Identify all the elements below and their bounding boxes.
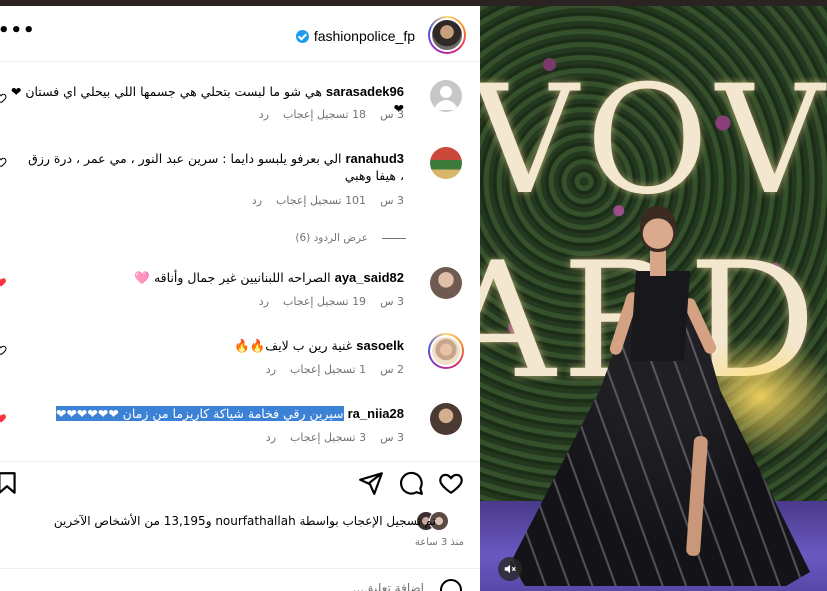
comment-like-icon[interactable] <box>0 344 7 356</box>
comment-body: ranahud3 الي بعرفو يلبسو دايما : سرين عب… <box>24 150 404 184</box>
speaker-muted-icon[interactable] <box>498 557 522 581</box>
more-dots-icon[interactable]: ••• <box>0 22 35 42</box>
comment-text: الصراحه اللبنانيين غير جمال وأناقه 🩷 <box>134 270 331 285</box>
add-comment-bar: إضافة تعليق... <box>0 568 480 591</box>
comment-meta: 3 س 101 تسجيل إعجاب رد <box>252 194 404 207</box>
view-replies-link[interactable]: عرض الردود (6) <box>295 232 406 244</box>
view-replies-label[interactable]: عرض الردود (6) <box>295 232 368 244</box>
comment-time: 3 س <box>380 295 404 308</box>
comment-time: 2 س <box>380 363 404 376</box>
comment-username[interactable]: ranahud3 <box>345 151 404 166</box>
default-avatar-icon <box>434 86 458 110</box>
comment-meta: 3 س 19 تسجيل إعجاب رد <box>259 295 404 308</box>
smiley-emoji-icon[interactable] <box>440 579 462 591</box>
header-avatar[interactable] <box>428 16 466 54</box>
comment-like-icon[interactable] <box>0 156 7 168</box>
bookmark-icon[interactable] <box>0 470 20 496</box>
verified-badge-icon <box>295 29 309 43</box>
likes-summary[interactable]: تم تسجيل الإعجاب بواسطة nourfathallah و1… <box>54 514 436 528</box>
head <box>640 206 676 252</box>
avatar[interactable] <box>430 147 462 179</box>
backdrop-letters-top: VOV <box>480 54 827 228</box>
comment-meta: 3 س 3 تسجيل إعجاب رد <box>266 431 404 444</box>
gown-bodice <box>630 271 690 361</box>
avatar-image <box>430 335 462 367</box>
post-timestamp[interactable]: منذ 3 ساعة <box>415 537 464 548</box>
comment-username[interactable]: ra_niia28 <box>348 406 404 421</box>
comment-body: ra_niia28 سيرين رقي فخامة شياكة كاريزما … <box>4 405 404 422</box>
replies-divider <box>382 237 406 239</box>
avatar[interactable] <box>430 80 462 112</box>
comment-liked-heart-icon[interactable] <box>0 276 7 288</box>
comment-bubble-icon[interactable] <box>398 470 424 496</box>
comment-time: 3 س <box>380 194 404 207</box>
reply-button[interactable]: رد <box>259 108 269 121</box>
avatar[interactable] <box>428 333 464 369</box>
post-comments-panel: ••• fashionpolice_fp sarasadek96 هي شو م… <box>0 6 480 591</box>
post-header: ••• fashionpolice_fp <box>0 6 480 62</box>
comment-username[interactable]: sasoelk <box>356 338 404 353</box>
comment-time: 3 س <box>380 431 404 444</box>
reply-button[interactable]: رد <box>252 194 262 207</box>
comment-likes[interactable]: 18 تسجيل إعجاب <box>283 108 366 121</box>
comment-text-highlighted: سيرين رقي فخامة شياكة كاريزما من زمان ❤❤… <box>55 406 344 421</box>
comment-likes[interactable]: 3 تسجيل إعجاب <box>290 431 366 444</box>
avatar-image <box>430 18 464 52</box>
comment-time: 3 س <box>380 108 404 121</box>
send-paper-plane-icon[interactable] <box>358 470 384 496</box>
mute-glyph <box>504 564 516 574</box>
header-username[interactable]: fashionpolice_fp <box>314 28 415 44</box>
comment-body: aya_said82 الصراحه اللبنانيين غير جمال و… <box>24 269 404 286</box>
add-comment-input[interactable]: إضافة تعليق... <box>124 581 424 591</box>
reply-button[interactable]: رد <box>266 363 276 376</box>
comment-text: غنية رين ب لايف🔥🔥 <box>234 338 353 353</box>
comment-likes[interactable]: 19 تسجيل إعجاب <box>283 295 366 308</box>
header-user[interactable]: fashionpolice_fp <box>295 26 415 46</box>
comment-likes[interactable]: 101 تسجيل إعجاب <box>276 194 366 207</box>
reply-button[interactable]: رد <box>266 431 276 444</box>
heart-outline-icon[interactable] <box>438 470 464 496</box>
avatar[interactable] <box>430 267 462 299</box>
avatar[interactable] <box>430 403 462 435</box>
comment-meta: 2 س 1 تسجيل إعجاب رد <box>266 363 404 376</box>
reply-button[interactable]: رد <box>259 295 269 308</box>
comment-likes[interactable]: 1 تسجيل إعجاب <box>290 363 366 376</box>
post-image[interactable]: VOV ARDS <box>480 6 827 591</box>
comment-username[interactable]: aya_said82 <box>335 270 404 285</box>
comment-body: sasoelk غنية رين ب لايف🔥🔥 <box>24 337 404 354</box>
comment-meta: 3 س 18 تسجيل إعجاب رد <box>259 108 404 121</box>
comment-username[interactable]: sarasadek96 <box>326 84 404 99</box>
actions-divider <box>0 461 480 462</box>
